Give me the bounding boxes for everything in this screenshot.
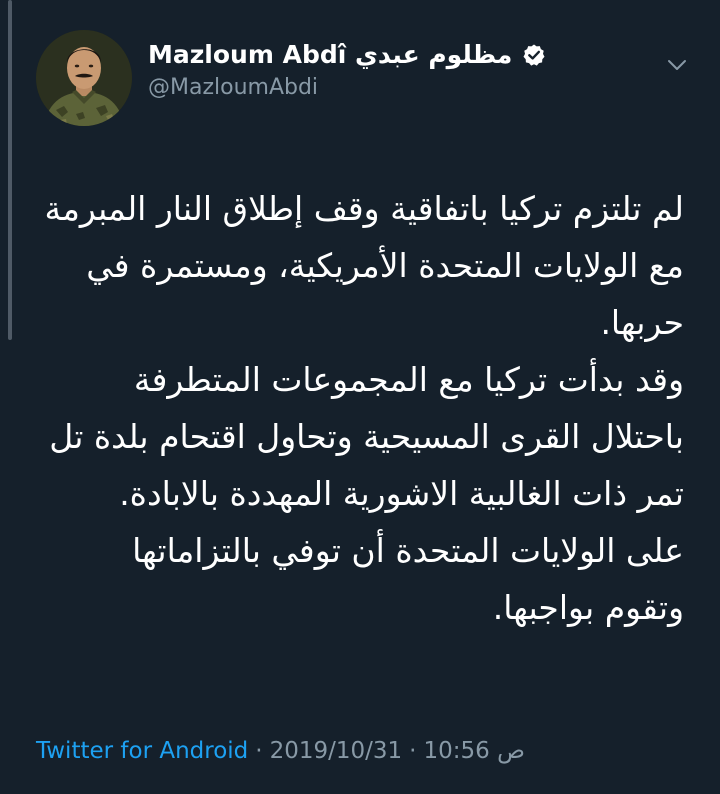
tweet-card: Mazloum Abdî مظلوم عبدي @MazloumAbdi لم … xyxy=(30,30,700,627)
author-handle[interactable]: @MazloumAbdi xyxy=(148,75,546,100)
tweet-paragraph: لم تلتزم تركيا باتفاقية وقف إطلاق النار … xyxy=(44,189,684,342)
tweet-paragraph: وقد بدأت تركيا مع المجموعات المتطرفة باح… xyxy=(49,360,684,513)
scroll-indicator[interactable] xyxy=(8,0,12,340)
tweet-text: لم تلتزم تركيا باتفاقية وقف إطلاق النار … xyxy=(44,180,684,636)
avatar-image xyxy=(36,30,132,126)
author-block: Mazloum Abdî مظلوم عبدي @MazloumAbdi xyxy=(148,40,546,100)
chevron-down-icon[interactable] xyxy=(664,52,690,78)
meta-separator: · xyxy=(255,738,263,764)
tweet-header: Mazloum Abdî مظلوم عبدي @MazloumAbdi xyxy=(30,30,700,130)
verified-badge-icon xyxy=(522,43,546,67)
tweet-source-link[interactable]: Twitter for Android xyxy=(36,738,248,764)
tweet-paragraph: على الولايات المتحدة أن توفي بالتزاماتها… xyxy=(132,531,684,627)
avatar[interactable] xyxy=(36,30,132,126)
tweet-time[interactable]: 10:56 ص xyxy=(423,738,524,764)
tweet-meta: Twitter for Android · 2019/10/31 · 10:56… xyxy=(36,738,525,764)
author-display-name[interactable]: Mazloum Abdî مظلوم عبدي xyxy=(148,40,512,69)
meta-separator: · xyxy=(409,738,417,764)
tweet-date[interactable]: 2019/10/31 xyxy=(270,738,403,764)
